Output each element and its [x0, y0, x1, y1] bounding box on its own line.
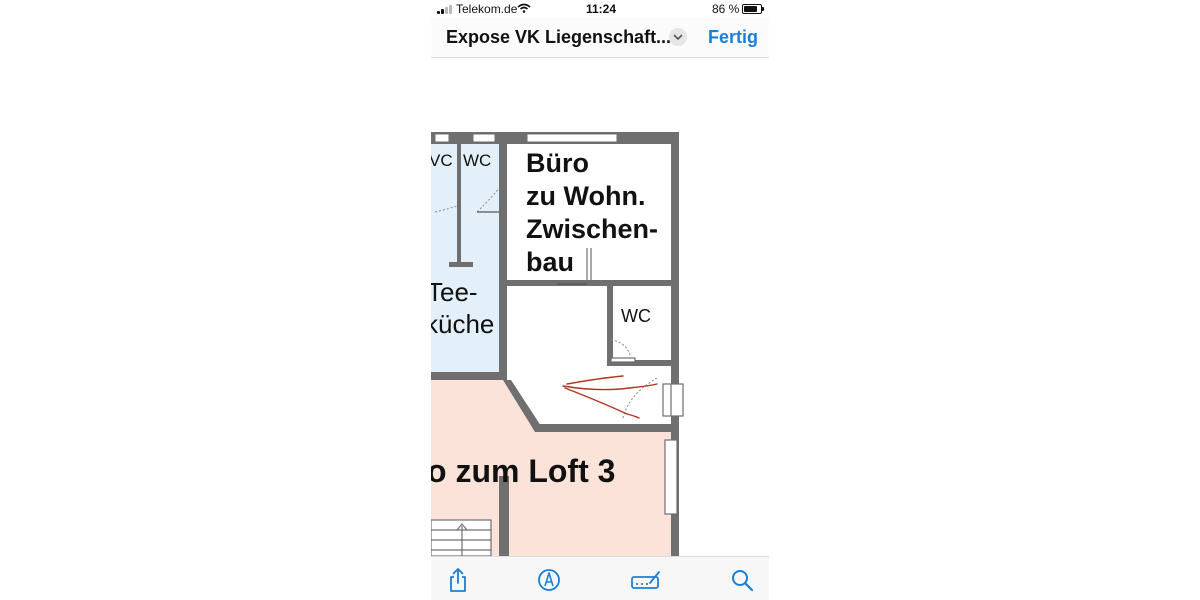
carrier-name: Telekom.de: [456, 2, 518, 16]
document-view[interactable]: VC WC Büro zu Wohn. Zwischen- bau Tee- k…: [431, 58, 769, 556]
room-label-buero-2: zu Wohn.: [526, 181, 645, 211]
signature-icon[interactable]: [631, 567, 661, 593]
room-label-buero-4: bau: [526, 247, 574, 277]
room-label-buero-1: Büro: [526, 148, 589, 178]
share-icon[interactable]: [445, 567, 471, 593]
phone-screen: Telekom.de 11:24 86 % Expose VK Liegensc…: [431, 0, 769, 600]
markup-icon[interactable]: [536, 567, 562, 593]
room-label-wc-2: WC: [463, 151, 491, 170]
room-label-wc-3: WC: [621, 306, 651, 326]
room-label-buero-3: Zwischen-: [526, 214, 658, 244]
status-time: 11:24: [586, 2, 617, 16]
battery-icon: [742, 4, 764, 14]
room-label-teekueche-1: Tee-: [431, 277, 478, 307]
status-bar: Telekom.de 11:24 86 %: [431, 0, 769, 18]
annotation-strokes: [562, 375, 658, 419]
room-label-loft: o zum Loft 3: [431, 453, 615, 489]
search-icon[interactable]: [729, 567, 755, 593]
chevron-down-icon[interactable]: [669, 28, 687, 46]
room-label-wc-1: VC: [431, 151, 453, 170]
battery-percent: 86 %: [712, 2, 740, 16]
room-label-teekueche-2: küche: [431, 309, 494, 339]
wifi-icon: [517, 3, 531, 13]
signal-icon: [437, 5, 453, 14]
nav-bar: Expose VK Liegenschaft... Fertig: [431, 18, 769, 58]
floor-plan: VC WC Büro zu Wohn. Zwischen- bau Tee- k…: [431, 132, 684, 556]
done-button[interactable]: Fertig: [708, 27, 758, 48]
bottom-toolbar: [431, 556, 769, 600]
document-title: Expose VK Liegenschaft...: [446, 27, 672, 47]
